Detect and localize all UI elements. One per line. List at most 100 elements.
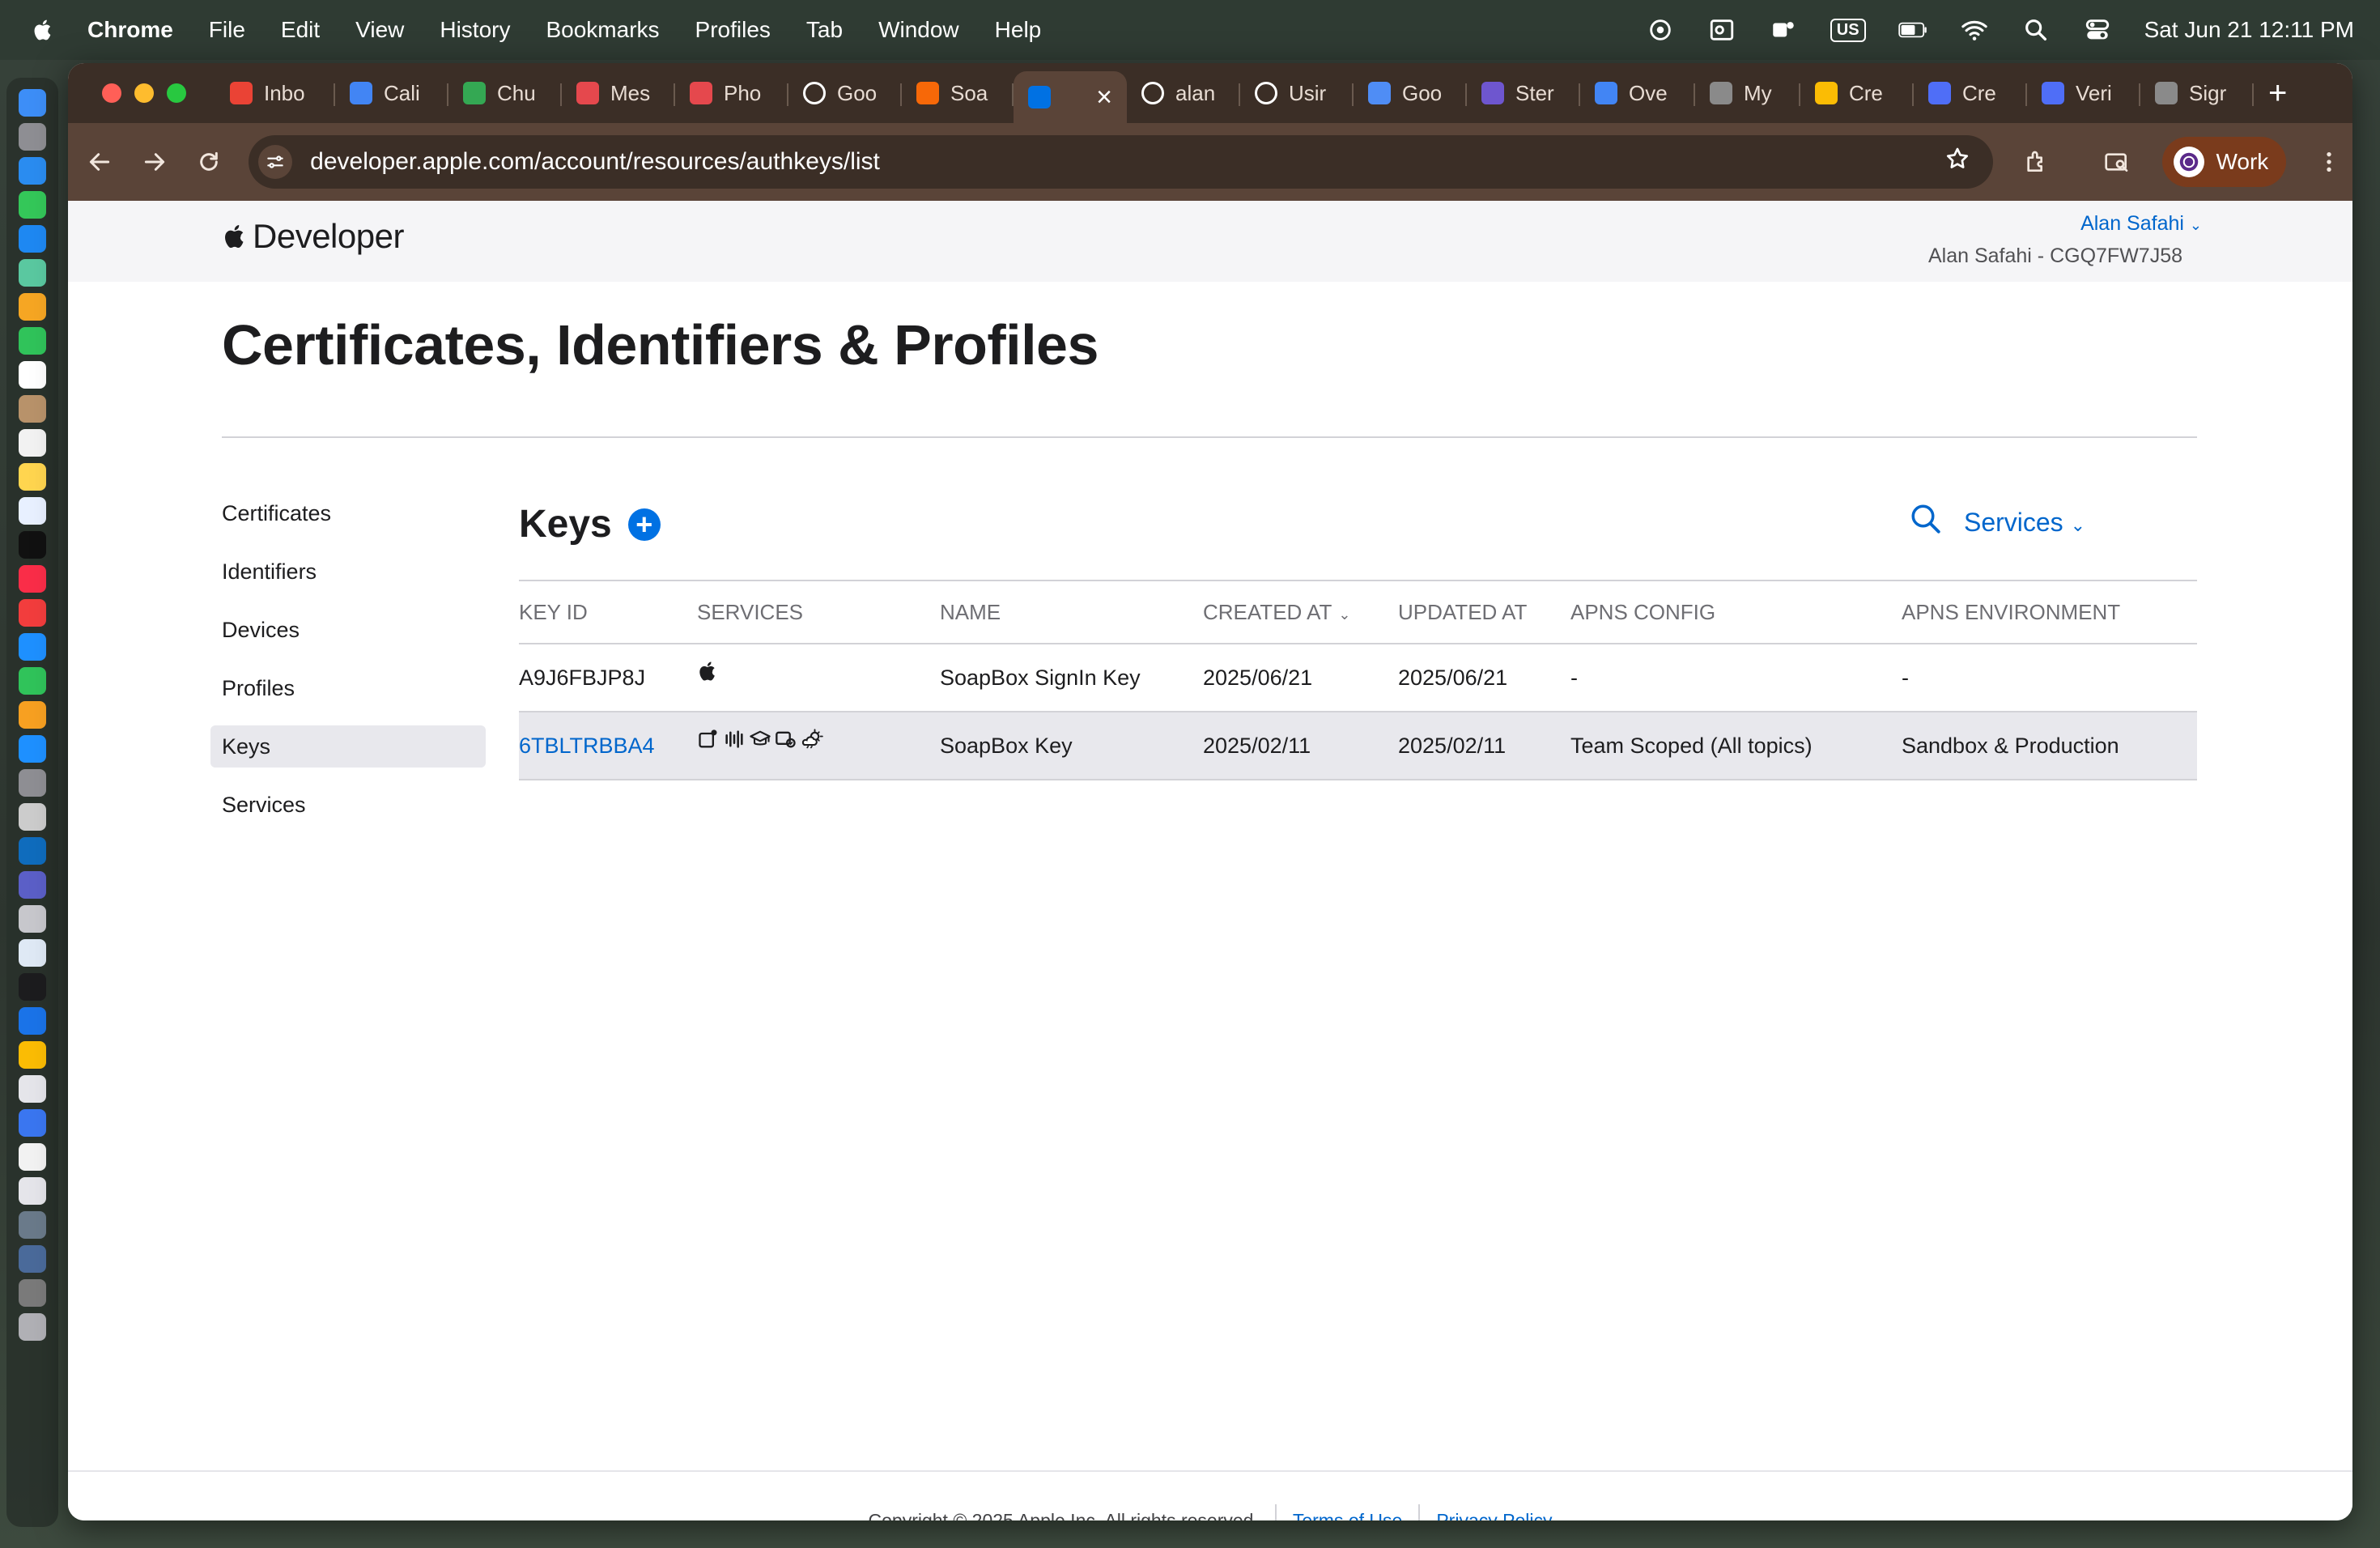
close-tab-icon[interactable]: × [1096,82,1112,113]
contacts-icon[interactable] [19,395,46,423]
forward-button[interactable] [131,138,178,186]
nav-keys[interactable]: Keys [210,725,486,768]
zoom-window-button[interactable] [167,83,186,103]
col-created-at[interactable]: CREATED AT ⌄ [1203,600,1398,625]
browser-tab[interactable]: Usir [1240,70,1354,116]
stack-icon[interactable] [19,1279,46,1307]
browser-tab[interactable]: Sigr [2140,70,2254,116]
calendar-icon[interactable] [19,361,46,389]
browser-tab[interactable]: Cali [335,70,448,116]
back-button[interactable] [76,138,123,186]
profile-button[interactable]: Work [2162,137,2287,187]
pages-icon[interactable] [19,701,46,729]
close-window-button[interactable] [102,83,121,103]
nav-certificates[interactable]: Certificates [210,492,486,534]
browser-tab[interactable]: Ove [1580,70,1695,116]
notes-icon[interactable] [19,463,46,491]
menu-profiles[interactable]: Profiles [695,17,771,43]
menu-file[interactable]: File [209,17,245,43]
keynote-icon[interactable] [19,633,46,661]
browser-tab[interactable]: alan [1127,70,1240,116]
apple-menu-icon[interactable] [31,15,57,45]
nav-profiles[interactable]: Profiles [210,667,486,709]
menu-window[interactable]: Window [878,17,959,43]
site-info-icon[interactable] [258,145,293,179]
browser-tab[interactable]: Veri [2027,70,2140,116]
trash-icon[interactable] [19,1313,46,1341]
chrome-icon[interactable] [19,1041,46,1069]
menu-bookmarks[interactable]: Bookmarks [546,17,659,43]
account-menu[interactable]: Alan Safahi ⌄ [2080,212,2202,236]
news-icon[interactable] [19,599,46,627]
teams-status-icon[interactable] [1769,16,1798,44]
search-icon[interactable] [1909,502,1943,542]
browser-tab[interactable]: Goo [788,70,902,116]
status-app-icon[interactable] [1646,16,1675,44]
menu-help[interactable]: Help [995,17,1042,43]
files-icon[interactable] [19,1177,46,1205]
browser-tab[interactable]: × [1014,71,1127,123]
browser-tab[interactable]: Inbo [215,70,335,116]
add-key-button[interactable]: + [627,508,661,541]
menu-view[interactable]: View [355,17,404,43]
browser-tab[interactable]: Goo [1354,70,1467,116]
col-apns-environment[interactable]: APNS ENVIRONMENT [1902,600,2197,625]
menu-history[interactable]: History [440,17,510,43]
terminal-icon[interactable] [19,973,46,1001]
menu-bar-clock[interactable]: Sat Jun 21 12:11 PM [2144,17,2354,43]
reminders-icon[interactable] [19,429,46,457]
developer-logo[interactable]: Developer [222,217,404,256]
terms-of-use-link[interactable]: Terms of Use [1293,1510,1402,1521]
menu-edit[interactable]: Edit [281,17,320,43]
teams-icon[interactable] [19,871,46,899]
browser-menu-icon[interactable] [2306,138,2352,186]
folder-icon[interactable] [19,1211,46,1239]
input-source-indicator[interactable]: US [1830,18,1866,42]
control-center-icon[interactable] [2083,16,2112,44]
col-name[interactable]: NAME [940,600,1203,625]
launchpad-icon[interactable] [19,123,46,151]
browser-tab[interactable]: My [1695,70,1800,116]
col-apns-config[interactable]: APNS CONFIG [1570,600,1902,625]
app-store-icon[interactable] [19,735,46,763]
finder-icon[interactable] [19,89,46,117]
printer-icon[interactable] [19,1075,46,1103]
browser-tab[interactable]: Cre [1800,70,1914,116]
photos-icon[interactable] [19,293,46,321]
nav-identifiers[interactable]: Identifiers [210,551,486,593]
browser-tab[interactable]: Mes [562,70,675,116]
menu-tab[interactable]: Tab [806,17,843,43]
spotlight-search-icon[interactable] [2021,16,2051,44]
reload-button[interactable] [185,138,232,186]
music-icon[interactable] [19,565,46,593]
messages-icon[interactable] [19,191,46,219]
address-bar[interactable]: developer.apple.com/account/resources/au… [249,135,1994,189]
new-tab-button[interactable]: + [2268,75,2287,112]
table-row[interactable]: A9J6FBJP8J SoapBox SignIn Key 2025/06/21… [519,644,2197,712]
mail-icon[interactable] [19,225,46,253]
privacy-policy-link[interactable]: Privacy Policy [1436,1510,1552,1521]
signal-icon[interactable] [19,1109,46,1137]
battery-icon[interactable] [1898,16,1927,44]
remote-desktop-icon[interactable] [19,905,46,933]
numbers-icon[interactable] [19,667,46,695]
settings-icon[interactable] [19,769,46,797]
password-manager-icon[interactable] [19,1007,46,1035]
outlook-icon[interactable] [19,837,46,865]
minimize-window-button[interactable] [134,83,154,103]
browser-tab[interactable]: Cre [1914,70,2027,116]
iphone-mirroring-icon[interactable] [19,803,46,831]
preview-icon[interactable] [19,939,46,967]
key-id-link[interactable]: 6TBLTRBBA4 [519,734,697,759]
browser-tab[interactable]: Chu [448,70,562,116]
url-text[interactable]: developer.apple.com/account/resources/au… [310,148,1944,176]
tv-icon[interactable] [19,531,46,559]
nav-devices[interactable]: Devices [210,609,486,651]
services-filter-dropdown[interactable]: Services ⌄ [1964,508,2085,538]
maps-icon[interactable] [19,259,46,287]
safari-icon[interactable] [19,157,46,185]
menu-app-name[interactable]: Chrome [87,17,173,43]
col-updated-at[interactable]: UPDATED AT [1398,600,1570,625]
nav-services[interactable]: Services [210,784,486,826]
browser-tab[interactable]: Soa [902,70,1014,116]
